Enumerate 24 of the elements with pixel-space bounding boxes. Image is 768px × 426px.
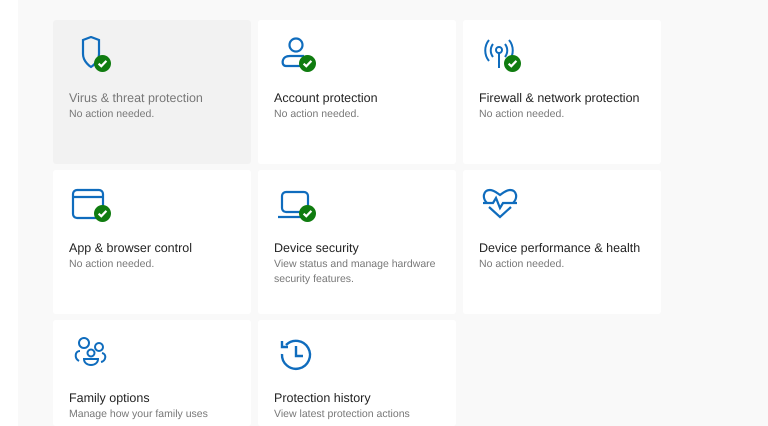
tile-description: No action needed. [69, 107, 156, 122]
tile-description: View latest protection actions [274, 407, 411, 422]
security-tile[interactable]: Device security View status and manage hardware security features. [258, 170, 456, 314]
tile-title: Device performance & health [479, 240, 642, 257]
tile-description: Manage how your family uses [69, 407, 209, 422]
tile-description: No action needed. [274, 107, 360, 122]
security-tile[interactable]: Family options Manage how your family uses [53, 320, 251, 426]
tile-description: View status and manage hardware security features. [274, 257, 436, 287]
tile-description: No action needed. [69, 257, 156, 272]
tile-title: Firewall & network protection [479, 90, 640, 107]
security-tile[interactable]: Device performance & health No action needed. [463, 170, 661, 314]
security-tile[interactable]: Firewall & network protection No action needed. [463, 20, 661, 164]
tile-title: Family options [69, 390, 151, 407]
security-tile[interactable]: Account protection No action needed. [258, 20, 456, 164]
tile-title: App & browser control [69, 240, 193, 257]
tile-description: No action needed. [479, 257, 566, 272]
tile-title: Device security [274, 240, 360, 257]
security-tile[interactable]: Protection history View latest protection actions [258, 320, 456, 426]
security-tile[interactable]: Virus & threat protection No action needed. [53, 20, 251, 164]
tile-description: No action needed. [479, 107, 566, 122]
tile-title: Account protection [274, 90, 379, 107]
security-tile[interactable]: App & browser control No action needed. [53, 170, 251, 314]
tile-title: Virus & threat protection [69, 90, 204, 107]
tile-title: Protection history [274, 390, 372, 407]
